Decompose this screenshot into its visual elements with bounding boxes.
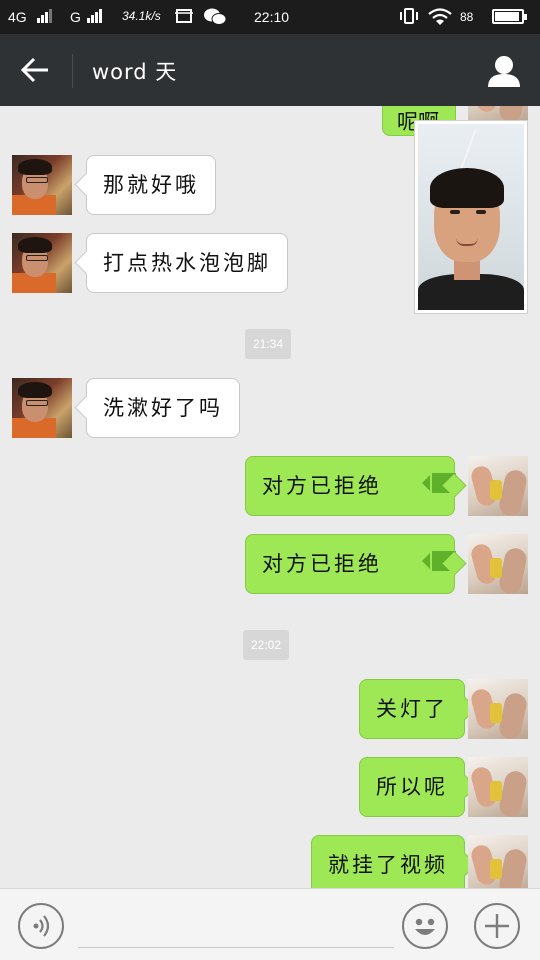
screenshot-icon bbox=[175, 8, 193, 27]
person-icon bbox=[488, 56, 520, 87]
contact-avatar[interactable] bbox=[12, 378, 72, 438]
plus-icon bbox=[485, 914, 509, 938]
message-text: 对方已拒绝 bbox=[262, 552, 382, 576]
back-button[interactable] bbox=[18, 54, 54, 86]
network-type-secondary: G bbox=[70, 9, 81, 25]
input-bar bbox=[0, 888, 540, 960]
battery-percentage: 88 bbox=[460, 10, 474, 24]
network-speed: 34.1k/s bbox=[122, 9, 161, 23]
video-call-icon bbox=[421, 458, 456, 516]
vibrate-icon bbox=[400, 8, 418, 27]
my-avatar[interactable] bbox=[468, 679, 528, 739]
signal-strength-icon bbox=[34, 7, 53, 23]
emoji-button[interactable] bbox=[402, 903, 448, 949]
message-input[interactable] bbox=[78, 909, 394, 948]
network-type-primary: 4G bbox=[8, 9, 27, 25]
message-text: 打点热水泡泡脚 bbox=[103, 251, 271, 275]
message-text: 对方已拒绝 bbox=[262, 474, 382, 498]
chat-info-button[interactable] bbox=[486, 54, 522, 88]
voice-icon bbox=[33, 915, 50, 937]
message-text: 关灯了 bbox=[376, 697, 448, 721]
my-avatar[interactable] bbox=[468, 456, 528, 516]
message-list[interactable]: 呢啊 那就好哦 打点热水泡泡脚 21:34 洗漱好了吗 bbox=[0, 106, 540, 888]
my-avatar[interactable] bbox=[468, 757, 528, 817]
chat-header: word 天 bbox=[0, 34, 540, 106]
video-call-declined-bubble[interactable]: 对方已拒绝 bbox=[245, 456, 456, 516]
wifi-icon bbox=[428, 8, 452, 29]
status-bar: 4G G 34.1k/s 22:10 88 bbox=[0, 0, 540, 34]
contact-avatar[interactable] bbox=[12, 155, 72, 215]
image-message[interactable] bbox=[414, 120, 528, 314]
smiley-icon bbox=[415, 918, 435, 935]
voice-input-button[interactable] bbox=[18, 903, 64, 949]
timestamp: 21:34 bbox=[245, 329, 292, 359]
my-avatar[interactable] bbox=[468, 534, 528, 594]
video-call-declined-bubble[interactable]: 对方已拒绝 bbox=[245, 534, 456, 594]
header-divider bbox=[72, 54, 73, 88]
message-bubble-received[interactable]: 打点热水泡泡脚 bbox=[86, 233, 288, 293]
timestamp: 22:02 bbox=[243, 630, 290, 660]
message-text: 洗漱好了吗 bbox=[103, 396, 223, 420]
message-text: 所以呢 bbox=[376, 775, 448, 799]
signal-strength-secondary-icon bbox=[84, 7, 103, 23]
message-bubble-sent[interactable]: 所以呢 bbox=[359, 757, 465, 817]
my-avatar[interactable] bbox=[468, 835, 528, 888]
chat-title: word 天 bbox=[92, 60, 178, 84]
video-call-icon bbox=[421, 536, 456, 594]
wechat-icon bbox=[204, 8, 227, 29]
clock: 22:10 bbox=[254, 9, 290, 25]
battery-icon bbox=[492, 9, 527, 24]
message-bubble-received[interactable]: 洗漱好了吗 bbox=[86, 378, 240, 438]
contact-avatar[interactable] bbox=[12, 233, 72, 293]
more-options-button[interactable] bbox=[474, 903, 520, 949]
message-bubble-received[interactable]: 那就好哦 bbox=[86, 155, 216, 215]
message-text: 那就好哦 bbox=[103, 173, 199, 197]
message-bubble-sent[interactable]: 关灯了 bbox=[359, 679, 465, 739]
message-bubble-sent[interactable]: 就挂了视频 bbox=[311, 835, 465, 888]
back-arrow-icon bbox=[20, 57, 48, 83]
message-text: 就挂了视频 bbox=[328, 853, 448, 877]
selfie-photo bbox=[418, 124, 524, 310]
